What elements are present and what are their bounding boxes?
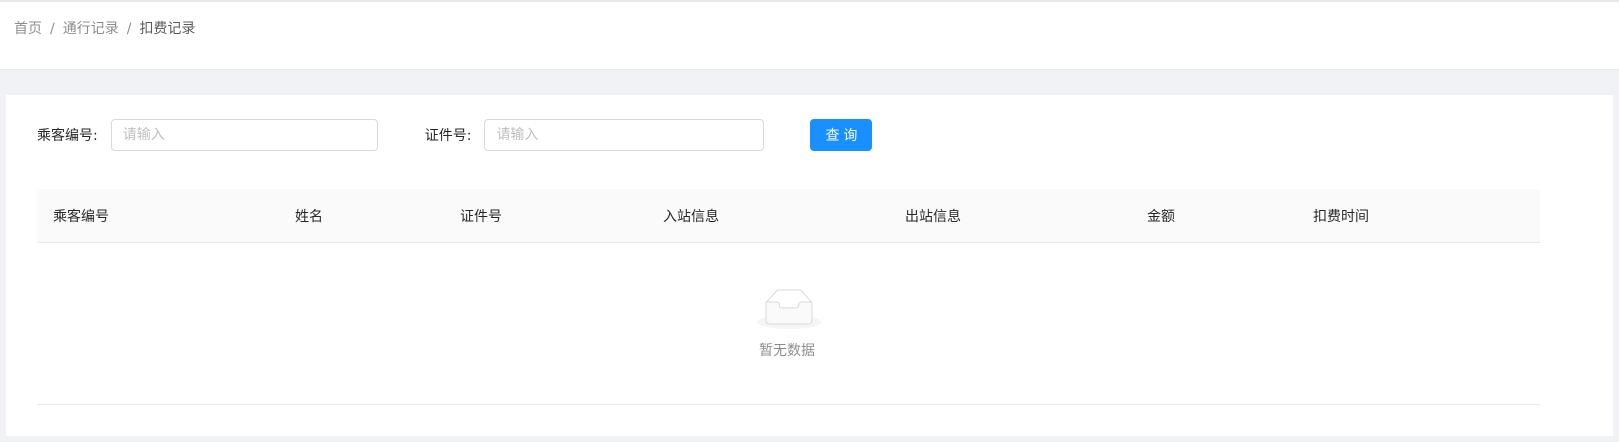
- table-header: 乘客编号 姓名 证件号 入站信息 出站信息 金额 扣费时间: [37, 189, 1540, 243]
- query-button[interactable]: 查询: [810, 119, 873, 151]
- breadcrumb-traffic-records[interactable]: 通行记录: [63, 18, 119, 40]
- passenger-no-input[interactable]: [110, 119, 378, 151]
- empty-text: 暂无数据: [759, 343, 815, 359]
- breadcrumb-fee-records: 扣费记录: [139, 21, 196, 37]
- search-form: 乘客编号: 证件号: 查询: [37, 119, 873, 151]
- column-header-deduction-time: 扣费时间: [1313, 208, 1369, 225]
- table-empty-state: 暂无数据: [37, 243, 1540, 405]
- passenger-no-label: 乘客编号:: [37, 128, 98, 144]
- breadcrumb-separator: /: [50, 21, 55, 37]
- column-header-passenger-no: 乘客编号: [53, 208, 109, 225]
- id-no-input[interactable]: [484, 119, 765, 151]
- breadcrumb-home[interactable]: 首页: [14, 18, 42, 40]
- breadcrumb: 首页 / 通行记录 / 扣费记录: [14, 18, 1619, 40]
- column-header-entry-info: 入站信息: [663, 208, 719, 225]
- empty-inbox-icon: [757, 289, 821, 329]
- breadcrumb-bar: 首页 / 通行记录 / 扣费记录: [0, 2, 1619, 70]
- column-header-amount: 金额: [1147, 208, 1175, 225]
- empty-placeholder: 暂无数据: [757, 289, 821, 360]
- column-header-id-no: 证件号: [460, 208, 502, 225]
- fee-records-table: 乘客编号 姓名 证件号 入站信息 出站信息 金额 扣费时间 暂无数据: [37, 189, 1540, 405]
- column-header-name: 姓名: [295, 208, 323, 225]
- column-header-exit-info: 出站信息: [905, 208, 961, 225]
- id-no-label: 证件号:: [424, 128, 472, 144]
- content-card: 乘客编号: 证件号: 查询 乘客编号 姓名 证件号 入站信息 出站信息 金额 扣…: [6, 95, 1613, 436]
- breadcrumb-separator: /: [126, 21, 132, 37]
